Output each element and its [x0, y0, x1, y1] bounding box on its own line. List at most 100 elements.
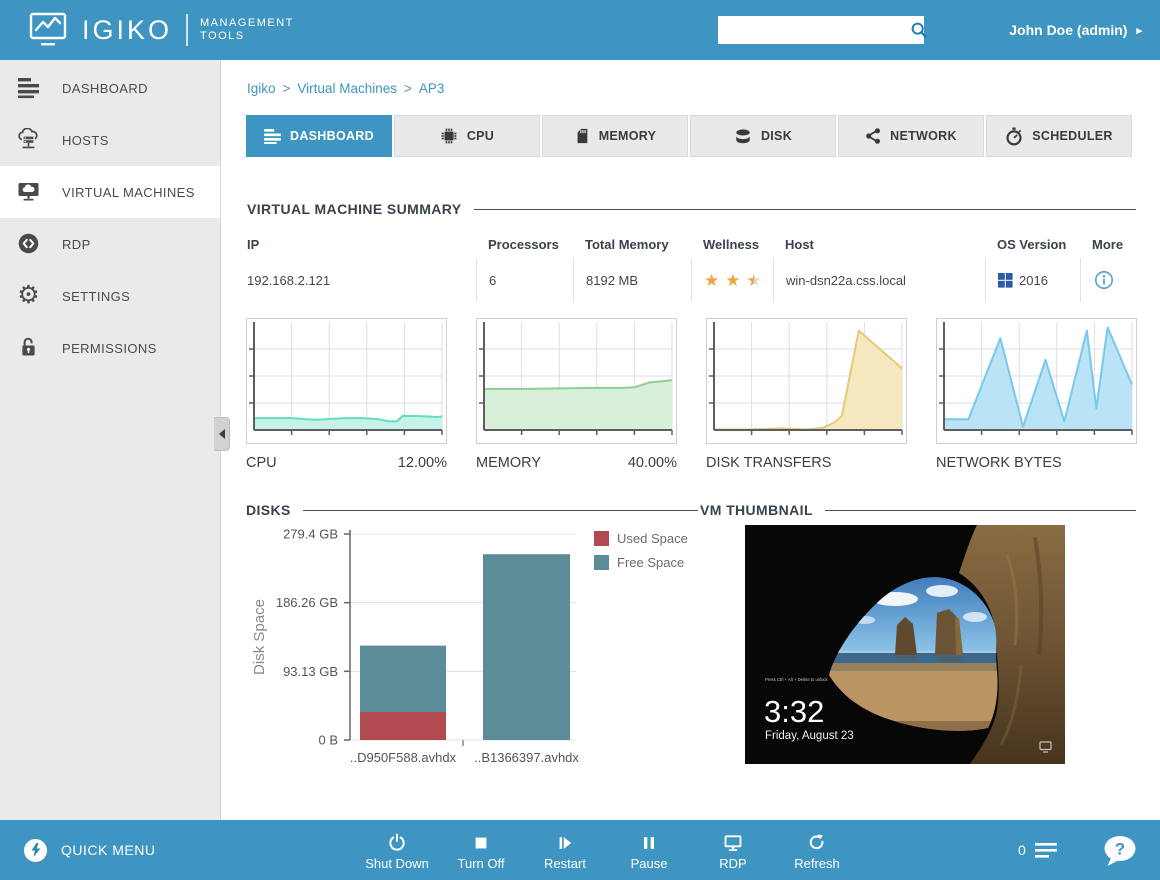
logo-subtitle-line2: TOOLS	[200, 30, 245, 42]
disks-stacked-bar-chart: Disk Space 279.4 GB 186.26 GB 93.13 GB 0 B..…	[251, 527, 688, 766]
section-title: VM THUMBNAIL	[700, 502, 813, 518]
disk-cylinder-icon	[736, 128, 750, 143]
free-space-bar	[360, 645, 446, 712]
rdp-circle-icon	[17, 232, 40, 255]
section-rule	[473, 208, 1136, 210]
quick-menu-toggle[interactable]: QUICK MENU	[24, 820, 155, 880]
sidebar: DASHBOARD HOSTS VIRTUAL MACHINES RDP ⚙ S…	[0, 60, 221, 820]
network-bytes-area-chart	[936, 318, 1137, 444]
action-label: Restart	[544, 856, 586, 871]
col-header-wellness: Wellness	[703, 236, 760, 252]
sidebar-item-label: HOSTS	[62, 132, 109, 148]
tab-memory[interactable]: MEMORY	[542, 115, 688, 157]
vm-summary-table: IP Processors Total Memory Wellness Host…	[247, 230, 1136, 302]
cpu-chip-icon	[441, 128, 457, 144]
tab-network[interactable]: NETWORK	[838, 115, 984, 157]
vm-thumbnail-screen[interactable]: Press Ctrl + Alt + Delete to unlock 3:32…	[745, 525, 1065, 764]
svg-text:..B1366397.avhdx: ..B1366397.avhdx	[474, 750, 579, 765]
col-header-more: More	[1092, 236, 1124, 252]
sidebar-item-hosts[interactable]: HOSTS	[0, 114, 220, 166]
chart-title: DISK TRANSFERS	[706, 455, 832, 471]
cloud-server-icon	[17, 127, 40, 151]
sidebar-item-permissions[interactable]: PERMISSIONS	[0, 322, 220, 374]
tab-label: DASHBOARD	[290, 129, 374, 143]
help-button[interactable]: ?	[1102, 835, 1140, 873]
vm-action-buttons: Shut Down Turn Off Restart Pause RDP Ref…	[355, 833, 859, 871]
help-bubble-icon: ?	[1104, 836, 1136, 866]
vm-thumbnail-section: VM THUMBNAIL Press Ctrl + Alt + Delete t…	[700, 502, 1136, 764]
power-icon	[389, 833, 405, 851]
sidebar-item-rdp[interactable]: RDP	[0, 218, 220, 270]
breadcrumb-link-virtual-machines[interactable]: Virtual Machines	[297, 81, 397, 96]
svg-text:93.13 GB: 93.13 GB	[283, 664, 338, 679]
tab-label: SCHEDULER	[1032, 129, 1113, 143]
disk-transfers-mini-chart: DISK TRANSFERS	[706, 318, 907, 471]
tab-label: CPU	[466, 129, 495, 143]
col-header-os-version: OS Version	[997, 236, 1067, 252]
section-rule	[302, 509, 698, 511]
chart-title: CPU	[246, 455, 277, 471]
search-icon[interactable]	[910, 18, 928, 42]
action-label: Turn Off	[457, 856, 505, 871]
tab-disk[interactable]: DISK	[690, 115, 836, 157]
tab-label: MEMORY	[598, 129, 657, 143]
pause-icon	[644, 837, 654, 849]
svg-text:0 B: 0 B	[318, 733, 338, 748]
svg-text:Disk Space: Disk Space	[251, 599, 268, 675]
log-lines-icon	[1034, 842, 1057, 858]
search-input[interactable]	[718, 16, 910, 44]
disks-section: DISKS Disk Space 279.4 GB 186.26 GB 93.13 G…	[246, 502, 698, 776]
rdp-button[interactable]: RDP	[691, 833, 775, 871]
breadcrumb: Igiko > Virtual Machines > AP3	[247, 81, 444, 96]
action-label: Pause	[630, 856, 668, 871]
pause-button[interactable]: Pause	[607, 833, 691, 871]
logo-subtitle: MANAGEMENT TOOLS	[200, 17, 294, 43]
mini-charts-row: CPU 12.00% MEMORY 40.00% DISK TRANSFERS	[246, 318, 1137, 471]
tab-scheduler[interactable]: SCHEDULER	[986, 115, 1132, 157]
notification-count: 0	[1018, 842, 1026, 858]
breadcrumb-separator: >	[403, 81, 412, 96]
tab-cpu[interactable]: CPU	[394, 115, 540, 157]
sidebar-collapse-handle[interactable]	[214, 417, 230, 451]
notification-log-toggle[interactable]: 0	[1018, 820, 1058, 880]
restart-button[interactable]: Restart	[523, 833, 607, 871]
user-label: John Doe (admin)	[1009, 22, 1128, 38]
shut-down-button[interactable]: Shut Down	[355, 833, 439, 871]
col-header-host: Host	[785, 236, 814, 252]
quick-menu-bar: QUICK MENU Shut Down Turn Off Restart Pa…	[0, 820, 1160, 880]
share-network-icon	[866, 128, 881, 144]
breadcrumb-separator: >	[282, 81, 291, 96]
star-icon: ★	[725, 270, 741, 290]
breadcrumb-current-ap3[interactable]: AP3	[419, 81, 445, 96]
info-icon[interactable]	[1093, 269, 1115, 291]
action-label: Shut Down	[365, 856, 429, 871]
section-title: VIRTUAL MACHINE SUMMARY	[247, 201, 462, 217]
svg-text:..D950F588.avhdx: ..D950F588.avhdx	[350, 750, 457, 765]
logo-subtitle-line1: MANAGEMENT	[200, 17, 294, 29]
sidebar-item-virtual-machines[interactable]: VIRTUAL MACHINES	[0, 166, 220, 218]
action-label: RDP	[719, 856, 747, 871]
sidebar-item-dashboard[interactable]: DASHBOARD	[0, 62, 220, 114]
turn-off-button[interactable]: Turn Off	[439, 833, 523, 871]
vm-os-version-value: 2016	[985, 258, 1080, 302]
lightning-icon	[24, 838, 47, 862]
vm-thumbnail-section-header: VM THUMBNAIL	[700, 502, 1136, 518]
sidebar-item-label: DASHBOARD	[62, 80, 148, 96]
disks-section-header: DISKS	[246, 502, 698, 518]
half-star-icon: ★★	[746, 270, 762, 290]
svg-text:?: ?	[1115, 840, 1125, 859]
svg-text:279.4 GB: 279.4 GB	[283, 527, 338, 542]
disk-transfers-area-chart	[706, 318, 907, 444]
sidebar-item-label: SETTINGS	[62, 288, 131, 304]
breadcrumb-link-igiko[interactable]: Igiko	[247, 81, 276, 96]
vm-wellness-rating: ★★★★	[691, 258, 773, 302]
sidebar-item-settings[interactable]: ⚙ SETTINGS	[0, 270, 220, 322]
memory-card-icon	[577, 128, 588, 144]
user-menu[interactable]: John Doe (admin) ▸	[1009, 0, 1142, 60]
cpu-area-chart	[246, 318, 447, 444]
chart-title: MEMORY	[476, 455, 541, 471]
chevron-right-icon: ▸	[1136, 24, 1142, 37]
tab-dashboard[interactable]: DASHBOARD	[246, 115, 392, 157]
refresh-button[interactable]: Refresh	[775, 833, 859, 871]
lock-screen-date: Friday, August 23	[765, 730, 854, 742]
